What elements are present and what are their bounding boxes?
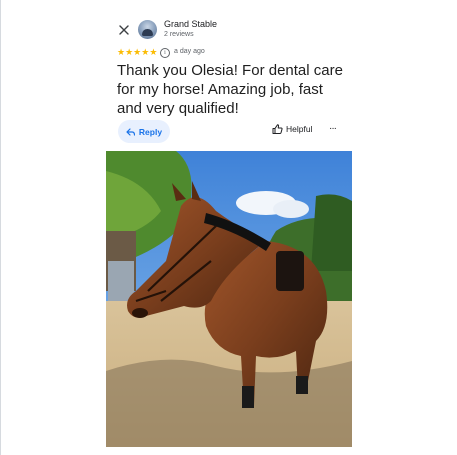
reply-button[interactable]: Reply <box>118 120 170 143</box>
avatar[interactable] <box>138 20 157 39</box>
star-icon: ★ <box>149 47 158 57</box>
star-icon: ★ <box>117 47 126 57</box>
review-text: Thank you Olesia! For dental care for my… <box>117 62 343 117</box>
helpful-label: Helpful <box>286 124 313 134</box>
place-name[interactable]: Grand Stable <box>164 19 217 29</box>
info-icon[interactable]: i <box>160 48 170 58</box>
review-count: 2 reviews <box>164 31 194 38</box>
more-icon[interactable]: ··· <box>329 123 337 134</box>
star-icon: ★ <box>125 47 134 57</box>
thumbs-up-icon <box>272 124 283 134</box>
star-rating: ★ ★ ★ ★ ★ <box>117 47 157 58</box>
close-icon <box>119 25 129 35</box>
star-icon: ★ <box>141 47 150 57</box>
close-button[interactable] <box>117 23 131 37</box>
star-icon: ★ <box>133 47 142 57</box>
reply-arrow-icon <box>126 127 135 136</box>
window-edge <box>0 0 1 455</box>
horse-photo-illustration <box>106 151 352 447</box>
reply-label: Reply <box>138 126 163 137</box>
review-time: a day ago <box>174 48 205 55</box>
review-photo[interactable] <box>106 151 352 447</box>
helpful-button[interactable]: Helpful <box>272 124 312 134</box>
